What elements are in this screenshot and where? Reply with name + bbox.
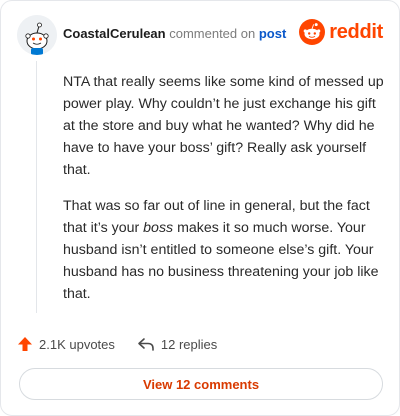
reddit-wordmark: reddit [329,20,383,43]
comment-actions: 2.1K upvotes 12 replies [17,333,217,355]
reddit-logo[interactable]: reddit [299,19,383,45]
upvote-button[interactable]: 2.1K upvotes [17,336,115,352]
thread-line[interactable] [36,61,37,313]
username[interactable]: CoastalCerulean [63,26,166,41]
reddit-snoo-icon [299,19,326,45]
upvote-arrow-icon [18,337,32,351]
post-link[interactable]: post [259,26,286,41]
replies-button[interactable]: 12 replies [137,336,217,352]
comment-header: CoastalCerulean commented on post reddit [17,15,383,55]
upvote-count: 2.1K upvotes [39,336,115,352]
avatar[interactable] [17,15,57,55]
commented-on-text: commented on [169,26,256,41]
comment-paragraph: That was so far out of line in general, … [63,195,385,305]
comment-body: NTA that really seems like some kind of … [63,71,385,319]
comment-card: CoastalCerulean commented on post reddit… [0,0,400,416]
comment-paragraph: NTA that really seems like some kind of … [63,74,384,178]
reply-count: 12 replies [160,336,218,352]
snoo-avatar-icon [17,15,57,55]
comment-emphasis: boss [143,220,174,236]
view-comments-button[interactable]: View 12 comments [19,368,383,400]
reply-arrow-icon [138,338,154,351]
comment-meta: CoastalCerulean commented on post [63,26,286,41]
